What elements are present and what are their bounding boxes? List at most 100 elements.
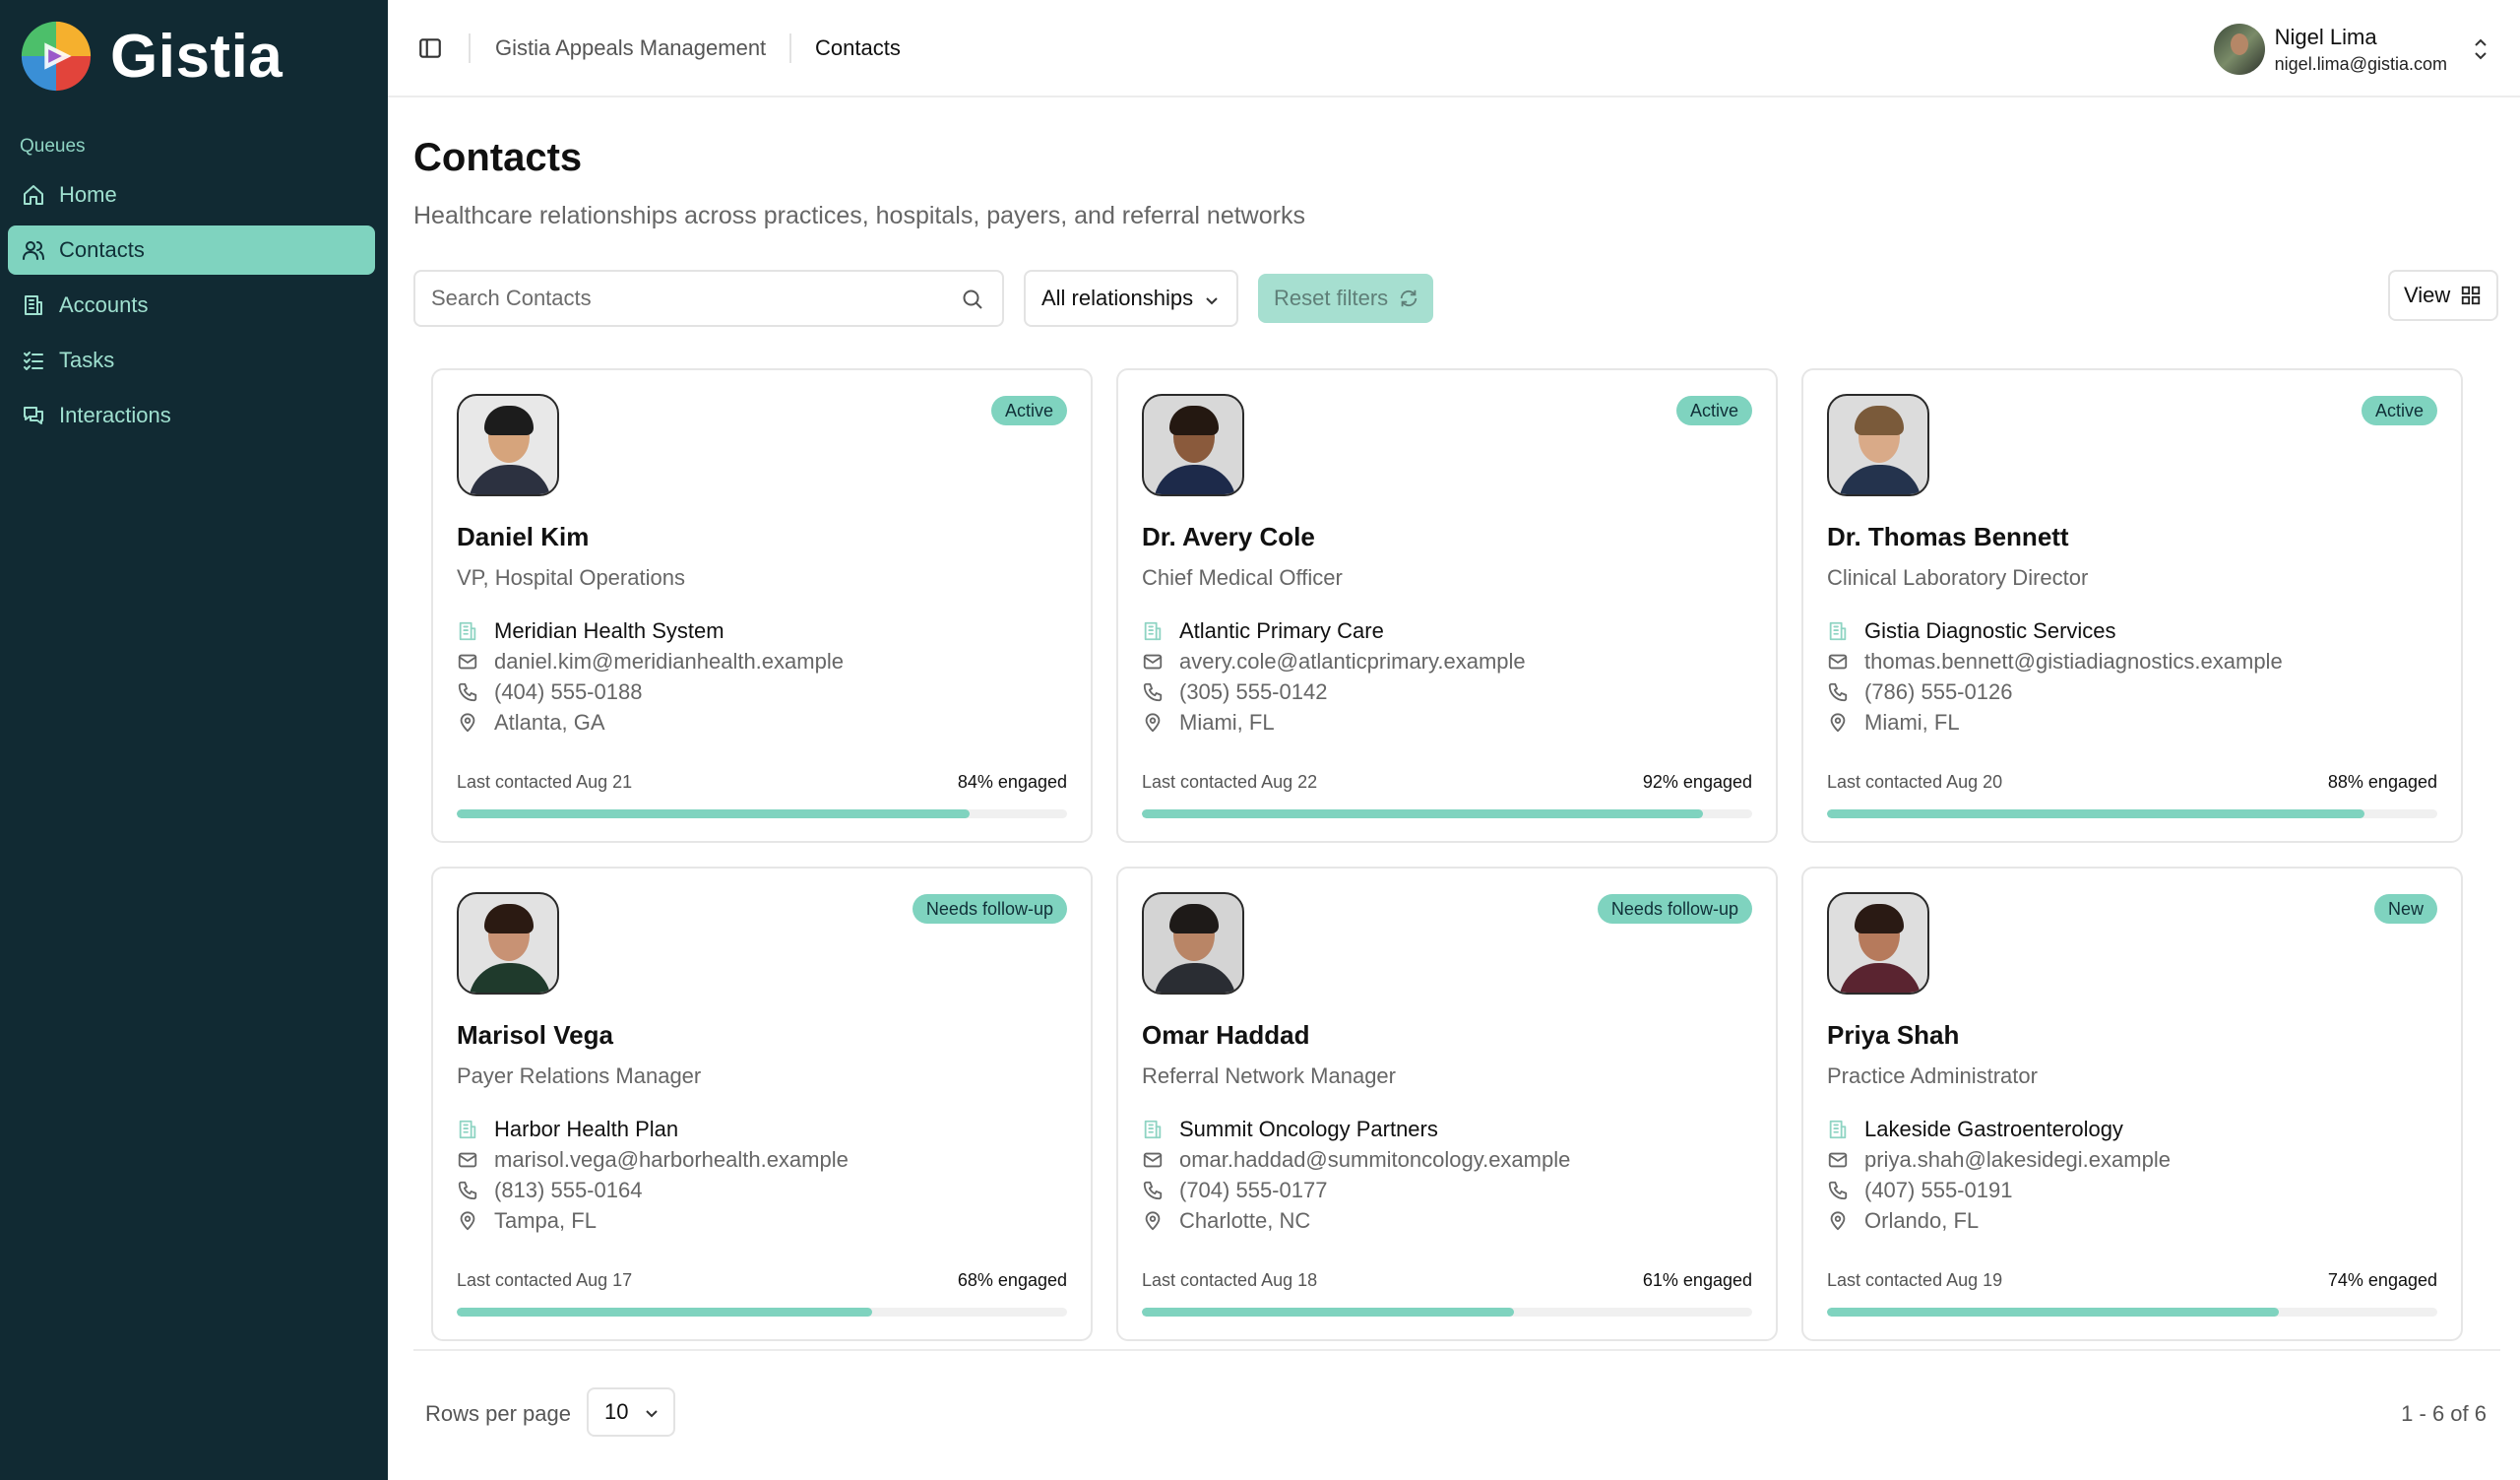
engagement-bar-fill [1827,1308,2279,1317]
engagement-bar [1827,809,2437,818]
building-icon [1144,621,1162,641]
contact-card[interactable]: Active Dr. Thomas Bennett Clinical Labor… [1801,368,2463,843]
contact-location: Miami, FL [1142,710,1275,736]
last-contacted: Last contacted Aug 18 [1142,1270,1318,1290]
phone-icon [1143,682,1163,702]
map-pin-icon [460,713,475,733]
contact-phone[interactable]: (404) 555-0188 [457,679,642,705]
engagement-bar [457,809,1067,818]
avatar [1827,892,1929,995]
brand-logo[interactable]: Gistia [18,18,283,95]
contact-name[interactable]: Dr. Thomas Bennett [1827,522,2069,552]
status-badge: New [2373,894,2437,924]
contact-role: Referral Network Manager [1142,1063,1396,1088]
location-text: Atlanta, GA [494,710,605,735]
contact-email[interactable]: omar.haddad@summitoncology.example [1142,1147,1570,1173]
contact-card[interactable]: Needs follow-up Marisol Vega Payer Relat… [431,867,1093,1341]
location-text: Miami, FL [1179,710,1275,735]
contact-phone[interactable]: (813) 555-0164 [457,1178,642,1203]
contact-location: Tampa, FL [457,1208,597,1234]
breadcrumb-root[interactable]: Gistia Appeals Management [495,35,766,61]
contact-name[interactable]: Daniel Kim [457,522,589,552]
sidebar: Gistia Queues Home Contacts Accounts Tas… [0,0,388,1480]
contact-email[interactable]: daniel.kim@meridianhealth.example [457,649,844,675]
contact-email[interactable]: avery.cole@atlanticprimary.example [1142,649,1526,675]
status-badge: Active [2361,396,2437,425]
map-pin-icon [1145,713,1161,733]
sidebar-item-tasks[interactable]: Tasks [8,336,375,385]
contact-card[interactable]: Needs follow-up Omar Haddad Referral Net… [1116,867,1778,1341]
sidebar-item-home[interactable]: Home [8,170,375,220]
contact-phone[interactable]: (407) 555-0191 [1827,1178,2012,1203]
chat-icon [24,407,43,424]
contact-phone[interactable]: (305) 555-0142 [1142,679,1327,705]
engagement-bar-fill [457,809,970,818]
building-icon [1144,1120,1162,1139]
rows-per-page-label: Rows per page [425,1401,571,1426]
phone-text: (786) 555-0126 [1864,679,2013,704]
contact-role: Practice Administrator [1827,1063,2038,1088]
sidebar-item-interactions[interactable]: Interactions [8,391,375,440]
chevron-down-icon [1206,297,1218,305]
contact-organization: Summit Oncology Partners [1142,1117,1438,1142]
relationship-filter-select[interactable]: All relationships [1024,270,1238,327]
engagement-bar [1142,1308,1752,1317]
location-text: Miami, FL [1864,710,1960,735]
status-badge: Active [1675,396,1752,425]
contact-card[interactable]: New Priya Shah Practice Administrator La… [1801,867,2463,1341]
organization-text: Harbor Health Plan [494,1117,679,1141]
search-icon[interactable] [961,288,984,311]
engagement-label: 74% engaged [2327,1270,2437,1290]
mail-icon [1828,654,1848,670]
email-text: avery.cole@atlanticprimary.example [1179,649,1526,674]
contact-name[interactable]: Dr. Avery Cole [1142,522,1315,552]
email-text: marisol.vega@harborhealth.example [494,1147,849,1172]
mail-icon [458,1152,477,1168]
contact-name[interactable]: Priya Shah [1827,1020,1959,1051]
contact-email[interactable]: marisol.vega@harborhealth.example [457,1147,849,1173]
avatar [2213,24,2265,75]
contact-card[interactable]: Active Daniel Kim VP, Hospital Operation… [431,368,1093,843]
map-pin-icon [460,1211,475,1231]
relationship-filter-value: All relationships [1041,286,1194,310]
sidebar-toggle-button[interactable] [417,35,443,61]
user-name: Nigel Lima [2274,24,2377,49]
contact-organization: Meridian Health System [457,618,724,644]
sidebar-nav: Home Contacts Accounts Tasks Interaction… [8,170,375,446]
sidebar-item-accounts[interactable]: Accounts [8,281,375,330]
contact-phone[interactable]: (786) 555-0126 [1827,679,2012,705]
contact-card[interactable]: Active Dr. Avery Cole Chief Medical Offi… [1116,368,1778,843]
grid-view-icon [2462,286,2481,305]
contact-email[interactable]: thomas.bennett@gistiadiagnostics.example [1827,649,2283,675]
contact-email[interactable]: priya.shah@lakesidegi.example [1827,1147,2171,1173]
status-badge: Needs follow-up [1597,894,1752,924]
user-info: Nigel Lima nigel.lima@gistia.com [2275,25,2447,75]
sidebar-item-contacts[interactable]: Contacts [8,225,375,275]
email-text: omar.haddad@summitoncology.example [1179,1147,1571,1172]
last-contacted: Last contacted Aug 20 [1827,772,2003,792]
phone-icon [1828,1181,1848,1200]
user-menu[interactable]: Nigel Lima nigel.lima@gistia.com [2213,24,2490,75]
contact-name[interactable]: Marisol Vega [457,1020,613,1051]
contact-location: Atlanta, GA [457,710,605,736]
contact-organization: Gistia Diagnostic Services [1827,618,2116,644]
contact-name[interactable]: Omar Haddad [1142,1020,1310,1051]
search-input[interactable] [415,272,927,325]
engagement-bar-fill [1142,1308,1515,1317]
organization-text: Gistia Diagnostic Services [1864,618,2116,643]
reset-filters-button[interactable]: Reset filters [1258,274,1433,323]
contact-location: Charlotte, NC [1142,1208,1310,1234]
contact-phone[interactable]: (704) 555-0177 [1142,1178,1327,1203]
rows-per-page-select[interactable]: 10 [587,1387,675,1437]
contact-role: VP, Hospital Operations [457,565,685,590]
building-icon [1829,1120,1847,1139]
map-pin-icon [1830,1211,1846,1231]
engagement-label: 88% engaged [2327,772,2437,792]
engagement-label: 61% engaged [1642,1270,1752,1290]
organization-text: Atlantic Primary Care [1179,618,1384,643]
home-icon [24,185,43,205]
contact-role: Payer Relations Manager [457,1063,702,1088]
status-badge: Needs follow-up [912,894,1067,924]
view-toggle-button[interactable]: View [2388,270,2498,321]
mail-icon [1828,1152,1848,1168]
